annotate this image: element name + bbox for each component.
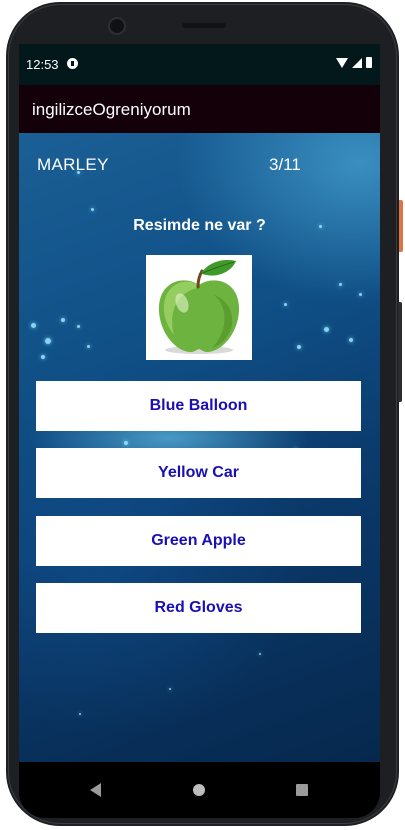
- background-sparkle: [77, 325, 80, 328]
- background-sparkle: [359, 293, 362, 296]
- background-sparkle: [297, 345, 301, 349]
- screen: 12:53 ingilizceOgreniyorum MARLEY 3/11 R…: [19, 44, 380, 818]
- player-name: MARLEY: [37, 155, 109, 174]
- background-sparkle: [87, 345, 90, 348]
- app-bar: ingilizceOgreniyorum: [19, 85, 380, 133]
- earpiece-speaker: [182, 23, 226, 28]
- answer-button[interactable]: Red Gloves: [36, 583, 361, 633]
- background-sparkle: [124, 441, 128, 445]
- question-image: [146, 255, 252, 360]
- background-sparkle: [324, 327, 329, 332]
- background-sparkle: [79, 713, 81, 715]
- answer-button[interactable]: Yellow Car: [36, 448, 361, 498]
- answer-button[interactable]: Blue Balloon: [36, 381, 361, 431]
- navigation-bar: [19, 762, 380, 818]
- volume-button[interactable]: [398, 302, 402, 402]
- battery-icon: [366, 57, 372, 68]
- power-button[interactable]: [399, 200, 403, 252]
- background-sparkle: [41, 355, 45, 359]
- app-title: ingilizceOgreniyorum: [32, 100, 191, 119]
- recents-icon[interactable]: [296, 784, 308, 796]
- green-apple-icon: [158, 260, 240, 354]
- front-camera: [108, 17, 126, 35]
- question-text: Resimde ne var ?: [133, 217, 266, 234]
- answer-button[interactable]: Green Apple: [36, 516, 361, 566]
- background-sparkle: [91, 208, 94, 211]
- background-sparkle: [339, 283, 342, 286]
- question-counter: 3/11: [269, 155, 301, 174]
- status-time: 12:53: [26, 57, 59, 72]
- notification-icon: [67, 58, 78, 69]
- back-icon[interactable]: [90, 783, 101, 797]
- signal-icon: [352, 57, 362, 68]
- status-icons: [336, 57, 372, 68]
- background-sparkle: [259, 653, 261, 655]
- background-sparkle: [349, 338, 353, 342]
- quiz-content: MARLEY 3/11 Resimde ne var ? Blue Balloo…: [19, 133, 380, 762]
- home-icon[interactable]: [193, 784, 205, 796]
- wifi-icon: [336, 57, 348, 68]
- status-bar: 12:53: [19, 44, 380, 85]
- background-sparkle: [45, 338, 51, 344]
- background-sparkle: [31, 323, 36, 328]
- background-sparkle: [284, 303, 287, 306]
- background-sparkle: [169, 688, 171, 690]
- background-sparkle: [61, 318, 65, 322]
